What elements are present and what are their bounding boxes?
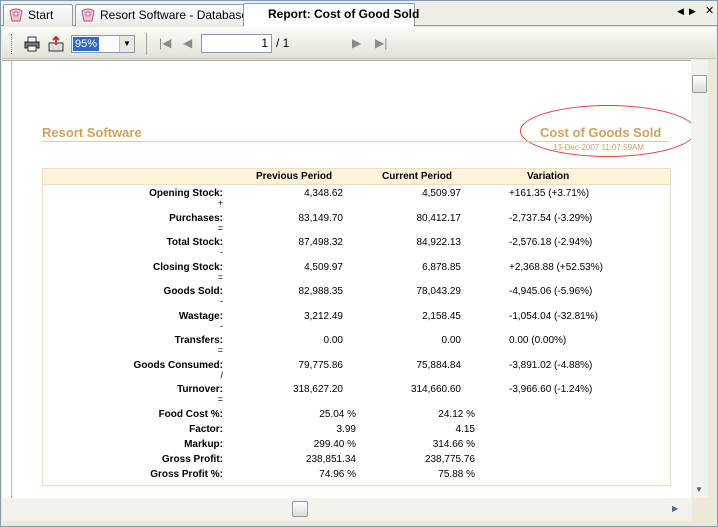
first-page-icon[interactable]: |◀ bbox=[159, 36, 171, 50]
tab-database[interactable]: Resort Software - Database bbox=[75, 4, 247, 26]
ratio-current: 238,775.76 bbox=[424, 454, 475, 466]
previous-value: 79,775.86 bbox=[298, 359, 344, 371]
ratio-previous: 299.40 % bbox=[313, 438, 356, 450]
current-value: 84,922.13 bbox=[416, 237, 462, 248]
variation-value: -3,966.60 (-1.24%) bbox=[509, 384, 593, 395]
toolbar-separator bbox=[146, 33, 147, 55]
page-number-input[interactable]: 1 bbox=[201, 34, 272, 53]
variation-value: +161.35 (+3.71%) bbox=[509, 188, 590, 199]
previous-value: 0.00 bbox=[323, 335, 343, 346]
app-icon bbox=[9, 8, 23, 22]
close-icon[interactable]: ✕ bbox=[705, 4, 714, 17]
scroll-down-icon[interactable]: ▼ bbox=[695, 485, 703, 494]
operator-symbol: = bbox=[217, 394, 223, 404]
report-company: Resort Software bbox=[42, 125, 142, 140]
ratio-current: 75.88 % bbox=[438, 469, 475, 481]
previous-value: 3,212.49 bbox=[304, 310, 343, 322]
ratio-previous: 74.96 % bbox=[319, 469, 356, 481]
report-table: Previous Period Current Period Variation… bbox=[42, 168, 671, 486]
current-value: 75,884.84 bbox=[416, 359, 462, 371]
report-window: Start Resort Software - Database Report:… bbox=[0, 0, 718, 527]
variation-value: -2,576.18 (-2.94%) bbox=[509, 237, 593, 248]
tab-start-label: Start bbox=[28, 8, 54, 22]
variation-value: -4,945.06 (-5.96%) bbox=[509, 286, 593, 297]
previous-value: 4,509.97 bbox=[304, 261, 343, 273]
tab-scroll-left-icon[interactable]: ◀ bbox=[677, 6, 684, 17]
column-header: Previous Period bbox=[256, 171, 333, 182]
next-page-icon[interactable]: ▶ bbox=[352, 36, 361, 50]
document-tabstrip: Start Resort Software - Database Report:… bbox=[1, 1, 717, 27]
current-value: 6,878.85 bbox=[422, 261, 461, 273]
page-total: / 1 bbox=[276, 36, 290, 50]
ratio-previous: 238,851.34 bbox=[305, 454, 356, 466]
operator-symbol: - bbox=[220, 247, 223, 257]
previous-page-icon[interactable]: ◀ bbox=[183, 36, 192, 50]
variation-value: 0.00 (0.00%) bbox=[509, 335, 567, 346]
toolbar-grip[interactable] bbox=[11, 34, 14, 54]
variation-value: +2,368.88 (+52.53%) bbox=[509, 261, 603, 273]
export-icon[interactable] bbox=[48, 36, 64, 52]
current-value: 0.00 bbox=[441, 335, 461, 346]
page-edge bbox=[11, 61, 12, 498]
variation-value: -2,737.54 (-3.29%) bbox=[509, 212, 593, 224]
operator-symbol: - bbox=[220, 296, 223, 306]
variation-value: -3,891.02 (-4.88%) bbox=[509, 359, 593, 371]
tab-scroll-right-icon[interactable]: ▶ bbox=[689, 6, 696, 17]
report-viewport: Resort Software Cost of Goods Sold 13-De… bbox=[2, 60, 700, 498]
operator-symbol: = bbox=[217, 271, 223, 282]
ratio-label: Food Cost %: bbox=[158, 408, 223, 420]
vertical-scrollbar[interactable]: ▼ bbox=[691, 60, 708, 498]
horizontal-scroll-thumb[interactable] bbox=[292, 501, 308, 517]
ratio-previous: 25.04 % bbox=[319, 408, 356, 420]
operator-symbol: - bbox=[220, 320, 223, 331]
vertical-scroll-thumb[interactable] bbox=[692, 75, 707, 93]
ratio-label: Markup: bbox=[184, 438, 223, 450]
current-value: 2,158.45 bbox=[422, 310, 461, 322]
app-icon bbox=[81, 8, 95, 22]
tab-report-label: Report: Cost of Good Sold bbox=[268, 7, 420, 21]
tab-database-label: Resort Software - Database bbox=[100, 8, 247, 22]
current-value: 80,412.17 bbox=[416, 212, 462, 224]
table-header: Previous Period Current Period Variation bbox=[43, 169, 670, 185]
current-value: 78,043.29 bbox=[416, 286, 462, 297]
previous-value: 318,627.20 bbox=[292, 384, 343, 395]
variation-value: -1,054.04 (-32.81%) bbox=[509, 310, 598, 322]
operator-symbol: / bbox=[220, 369, 223, 380]
ratio-current: 4.15 bbox=[455, 423, 475, 435]
column-header: Current Period bbox=[382, 171, 453, 182]
previous-value: 82,988.35 bbox=[298, 286, 344, 297]
current-value: 314,660.60 bbox=[410, 384, 461, 395]
ratio-label: Gross Profit: bbox=[161, 454, 223, 466]
report-toolbar: 95% ▼ |◀ ◀ 1 / 1 ▶ ▶| bbox=[2, 27, 716, 59]
column-header: Variation bbox=[527, 171, 570, 182]
ratio-current: 314.66 % bbox=[432, 438, 475, 450]
scroll-right-icon[interactable]: ▶ bbox=[672, 504, 678, 513]
previous-value: 4,348.62 bbox=[304, 188, 343, 199]
ratio-label: Gross Profit %: bbox=[150, 469, 223, 481]
ratio-label: Factor: bbox=[189, 423, 223, 435]
ratio-previous: 3.99 bbox=[336, 423, 356, 435]
previous-value: 87,498.32 bbox=[298, 237, 344, 248]
ratio-current: 24.12 % bbox=[438, 408, 475, 420]
zoom-value: 95% bbox=[73, 37, 100, 51]
zoom-select[interactable]: 95% ▼ bbox=[71, 35, 135, 53]
highlight-ellipse bbox=[520, 105, 696, 157]
tab-report[interactable]: Report: Cost of Good Sold bbox=[243, 3, 419, 27]
tab-start[interactable]: Start bbox=[3, 4, 73, 26]
operator-symbol: = bbox=[217, 345, 223, 355]
title-rule bbox=[42, 141, 669, 142]
chevron-down-icon[interactable]: ▼ bbox=[119, 36, 134, 52]
operator-symbol: = bbox=[217, 222, 223, 233]
print-icon[interactable] bbox=[24, 36, 40, 52]
previous-value: 83,149.70 bbox=[298, 212, 344, 224]
horizontal-scrollbar[interactable]: ▶ bbox=[2, 498, 692, 521]
last-page-icon[interactable]: ▶| bbox=[375, 36, 387, 50]
current-value: 4,509.97 bbox=[422, 188, 461, 199]
operator-symbol: + bbox=[217, 198, 223, 208]
